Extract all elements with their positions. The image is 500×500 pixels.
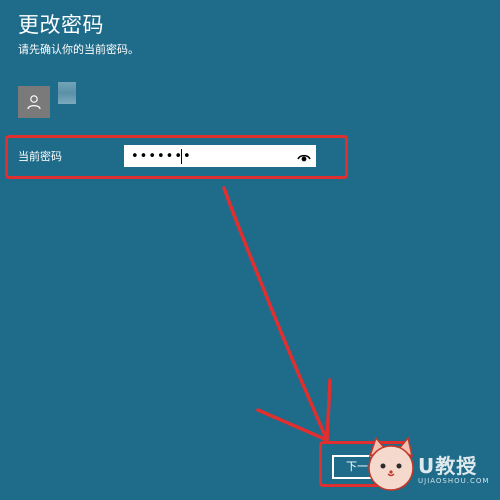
- watermark-text: U教授: [418, 454, 478, 478]
- watermark-subtext: UJIAOSHOU.COM: [418, 477, 490, 485]
- watermark-logo: U教授 UJIAOSHOU.COM: [362, 432, 500, 496]
- annotation-arrow: [222, 186, 332, 442]
